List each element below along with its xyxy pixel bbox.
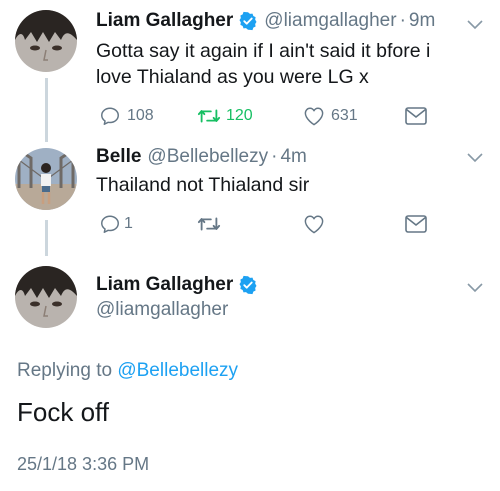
reply-button[interactable]: 1 <box>99 213 133 235</box>
thread-connector-line <box>45 220 48 256</box>
verified-badge-icon <box>238 11 258 31</box>
tweet-timestamp[interactable]: 25/1/18 3:36 PM <box>17 454 149 475</box>
reply-icon <box>99 105 121 127</box>
tweet-text-line: Gotta say it again if I ain't said it bf… <box>96 40 431 62</box>
like-icon <box>303 214 325 234</box>
reply-count: 108 <box>127 107 154 124</box>
belle-avatar[interactable] <box>15 148 77 210</box>
direct-message-button[interactable] <box>405 215 427 233</box>
main-tweet-text: Fock off <box>17 397 110 427</box>
author-name[interactable]: Liam Gallagher <box>96 274 233 296</box>
author-handle[interactable]: @Bellebellezy <box>147 146 268 168</box>
tweet1-text: Gotta say it again if I ain't said it bf… <box>96 38 491 90</box>
tweet-time[interactable]: 4m <box>280 146 306 168</box>
direct-message-button[interactable] <box>405 107 427 125</box>
reply-button[interactable]: 108 <box>99 105 154 127</box>
author-handle[interactable]: @liamgallagher <box>96 299 228 321</box>
tweet2-actions: 1 <box>96 211 496 237</box>
retweet-button[interactable] <box>197 214 221 234</box>
retweet-button[interactable]: 120 <box>197 106 253 126</box>
tweet2-text: Thailand not Thialand sir <box>96 174 310 196</box>
author-name[interactable]: Belle <box>96 146 141 168</box>
author-name[interactable]: Liam Gallagher <box>96 10 233 32</box>
replying-to-link[interactable]: @Bellebellezy <box>117 360 238 381</box>
like-button[interactable]: 631 <box>303 106 358 126</box>
like-icon <box>303 106 325 126</box>
like-count: 631 <box>331 107 358 124</box>
main-tweet-header: Liam Gallagher <box>96 274 258 296</box>
verified-badge-icon <box>238 275 258 295</box>
direct-message-icon <box>405 215 427 233</box>
author-handle[interactable]: @liamgallagher <box>264 10 396 32</box>
replying-to-label: Replying to <box>17 360 113 381</box>
reply-icon <box>99 213 121 235</box>
retweet-icon <box>197 106 221 126</box>
caret-down-icon[interactable] <box>467 153 483 163</box>
direct-message-icon <box>405 107 427 125</box>
tweet2-header: Belle @Bellebellezy · 4m <box>96 146 307 168</box>
caret-down-icon[interactable] <box>467 20 483 30</box>
tweet-text-line: love Thialand as you were LG x <box>96 66 369 88</box>
tweet-time[interactable]: 9m <box>409 10 435 32</box>
thread-connector-line <box>45 78 48 142</box>
retweet-icon <box>197 214 221 234</box>
liam-avatar[interactable] <box>15 10 77 72</box>
caret-down-icon[interactable] <box>467 283 483 293</box>
liam-avatar[interactable] <box>15 266 77 328</box>
tweet1-header: Liam Gallagher @liamgallagher · 9m <box>96 10 435 32</box>
reply-count: 1 <box>124 215 133 232</box>
tweet1-actions: 108 120 631 <box>96 103 496 129</box>
separator-dot: · <box>271 146 278 167</box>
like-button[interactable] <box>303 214 325 234</box>
retweet-count: 120 <box>226 107 253 124</box>
separator-dot: · <box>399 10 406 31</box>
replying-to-line: Replying to @Bellebellezy <box>17 360 238 382</box>
